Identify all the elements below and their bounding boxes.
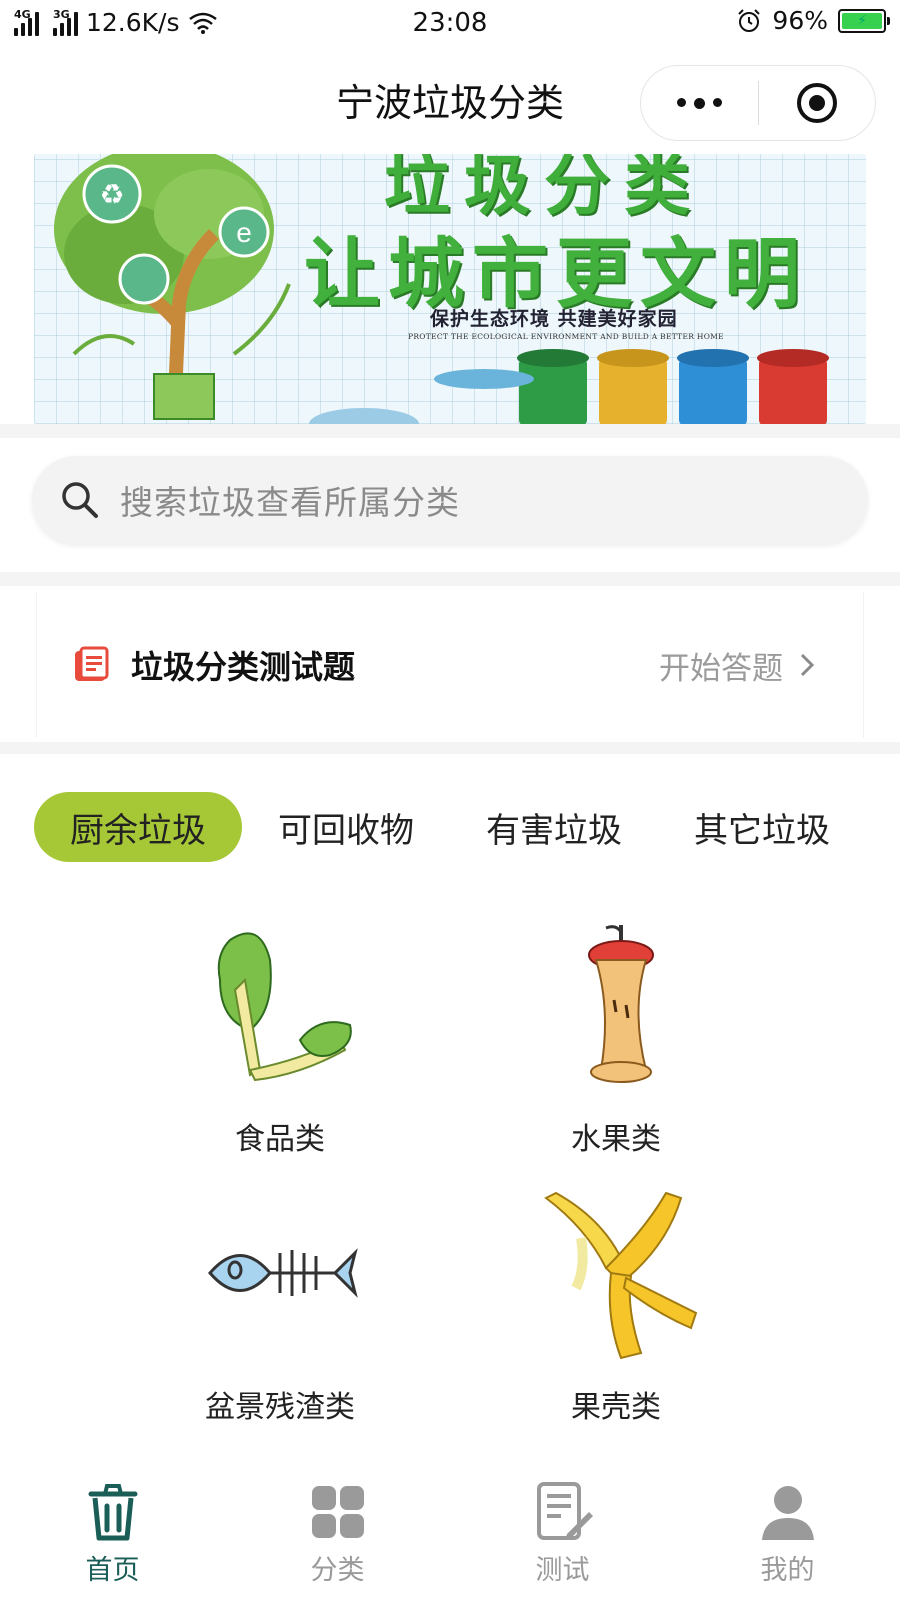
category-tabs: 厨余垃圾 可回收物 有害垃圾 其它垃圾 (34, 792, 866, 862)
category-item-food[interactable]: 食品类 (140, 920, 420, 1160)
tabbar-test[interactable]: 测试 (450, 1470, 675, 1600)
tabbar-label: 测试 (535, 1555, 590, 1586)
category-item-plant-residue[interactable]: 盆景残渣类 (140, 1188, 420, 1428)
trash-bins-illustration (517, 349, 829, 424)
svg-text:e: e (236, 217, 252, 248)
banana-peel-icon (544, 1191, 698, 1360)
tabbar-mine[interactable]: 我的 (675, 1470, 900, 1600)
banner[interactable]: ♻ e 垃圾分类 让城市更文明 保护生态环境 共建美好家园 PROTECT TH… (34, 154, 866, 424)
tabbar-label: 首页 (85, 1555, 140, 1586)
tab-other[interactable]: 其它垃圾 (658, 792, 866, 862)
chevron-right-icon (800, 653, 815, 677)
banner-subtitle: 保护生态环境 共建美好家园 (430, 308, 678, 330)
quiz-entry[interactable]: 垃圾分类测试题 开始答题 (36, 592, 864, 738)
user-icon (761, 1486, 814, 1540)
fish-bone-icon (208, 1248, 358, 1298)
banner-english: PROTECT THE ECOLOGICAL ENVIRONMENT AND B… (408, 332, 724, 341)
tabbar-label: 我的 (760, 1555, 815, 1586)
grid-icon (311, 1486, 364, 1538)
vegetable-leaf-icon (217, 932, 352, 1082)
tabbar-category[interactable]: 分类 (225, 1470, 450, 1600)
section-divider (0, 742, 900, 754)
target-icon (796, 83, 837, 123)
battery-percent: 96% (772, 6, 828, 35)
navigation-bar: 宁波垃圾分类 (0, 50, 900, 150)
status-right: 96% ⚡ (736, 6, 890, 35)
bottom-tab-bar: 首页 分类 测试 我的 (0, 1470, 900, 1600)
tab-recyclable[interactable]: 可回收物 (242, 792, 450, 862)
tab-kitchen-waste[interactable]: 厨余垃圾 (34, 792, 242, 862)
section-divider (0, 572, 900, 586)
trash-can-icon (88, 1484, 137, 1541)
svg-text:♻: ♻ (99, 178, 124, 211)
miniprogram-capsule (640, 65, 876, 141)
start-quiz-label: 开始答题 (659, 650, 783, 687)
tabbar-home[interactable]: 首页 (0, 1470, 225, 1600)
category-item-fruit[interactable]: 水果类 (476, 920, 756, 1160)
search-placeholder: 搜索垃圾查看所属分类 (120, 483, 460, 522)
item-label: 水果类 (571, 1122, 661, 1157)
item-label: 盆景残渣类 (205, 1390, 355, 1425)
section-divider (0, 424, 900, 438)
tab-hazardous[interactable]: 有害垃圾 (450, 792, 658, 862)
quiz-document-icon (75, 646, 109, 681)
cloud-decoration (434, 369, 534, 389)
item-label: 食品类 (235, 1122, 325, 1157)
status-bar: 4G 3G 12.6K/s 23:08 96% ⚡ (0, 0, 900, 48)
item-label: 果壳类 (571, 1390, 661, 1425)
more-dots-icon (676, 97, 686, 107)
search-input[interactable]: 搜索垃圾查看所属分类 (32, 456, 868, 544)
alarm-icon (738, 8, 761, 32)
edit-document-icon (536, 1482, 593, 1540)
more-button[interactable] (641, 97, 758, 109)
battery-icon: ⚡ (838, 8, 890, 33)
start-quiz-link[interactable]: 开始答题 (659, 643, 815, 688)
tabbar-label: 分类 (310, 1555, 365, 1586)
tree-illustration: ♻ e (54, 154, 291, 420)
quiz-title: 垃圾分类测试题 (131, 648, 356, 686)
cloud-decoration-2 (309, 408, 419, 424)
search-icon (62, 482, 98, 518)
apple-core-icon (588, 925, 654, 1083)
close-miniprogram-button[interactable] (759, 81, 876, 125)
category-item-shells[interactable]: 果壳类 (476, 1188, 756, 1428)
